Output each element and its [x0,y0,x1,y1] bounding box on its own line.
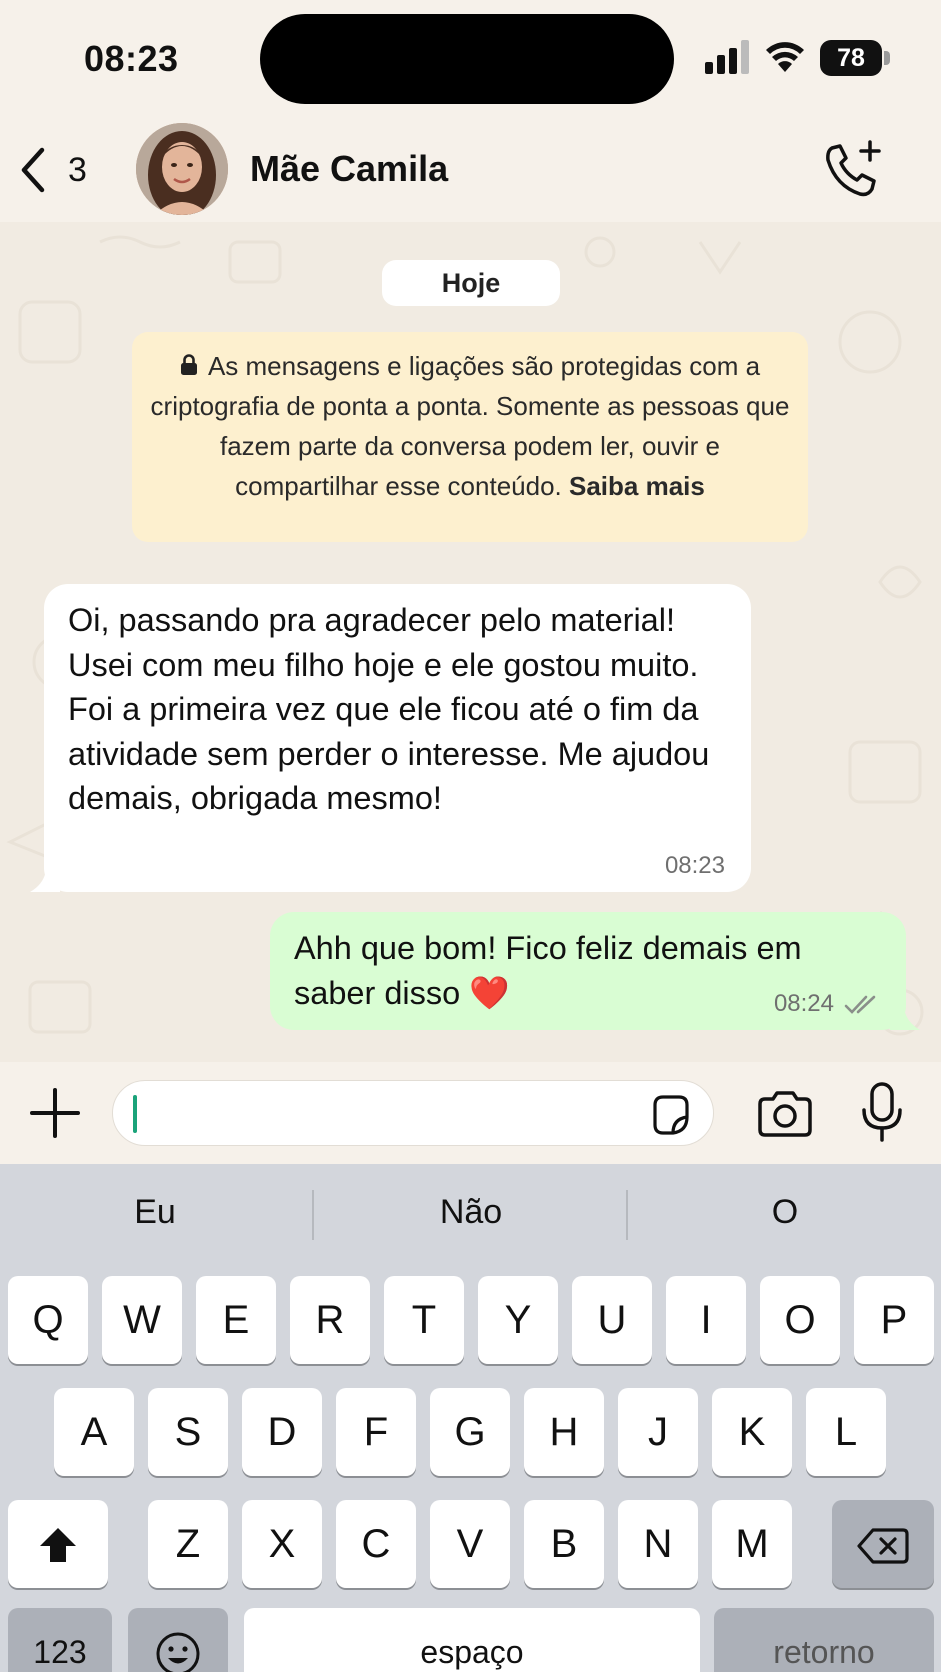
suggestion-2[interactable]: Não [316,1180,626,1244]
text-caret [133,1095,137,1133]
microphone-icon[interactable] [858,1082,906,1144]
emoji-icon [156,1632,200,1672]
return-key[interactable]: retorno [714,1608,934,1672]
battery-level: 78 [837,44,865,72]
key-x[interactable]: X [242,1500,322,1588]
space-key[interactable]: espaço [244,1608,700,1672]
status-time: 08:23 [84,38,179,79]
dynamic-island [260,14,674,104]
key-p[interactable]: P [854,1276,934,1364]
backspace-icon [857,1528,909,1565]
chat-area[interactable]: Hoje As mensagens e ligações são protegi… [0,222,941,1062]
wifi-icon [766,42,804,72]
camera-icon[interactable] [756,1090,814,1138]
avatar[interactable] [136,123,228,215]
add-call-icon[interactable] [820,138,884,202]
message-time: 08:23 [664,852,725,879]
battery-icon: 78 [820,40,890,76]
key-h[interactable]: H [524,1388,604,1476]
message-time: 08:24 [773,990,834,1017]
key-r[interactable]: R [290,1276,370,1364]
bubble-tail [30,870,60,892]
chat-header: 3 Mãe Camila [0,120,941,222]
message-input[interactable] [112,1080,714,1146]
unread-count: 3 [68,150,87,189]
contact-name[interactable]: Mãe Camila [250,148,448,190]
key-k[interactable]: K [712,1388,792,1476]
key-v[interactable]: V [430,1500,510,1588]
delete-key[interactable] [832,1500,934,1588]
key-a[interactable]: A [54,1388,134,1476]
key-i[interactable]: I [666,1276,746,1364]
bubble-tail [890,1008,920,1030]
key-z[interactable]: Z [148,1500,228,1588]
key-w[interactable]: W [102,1276,182,1364]
key-n[interactable]: N [618,1500,698,1588]
key-c[interactable]: C [336,1500,416,1588]
suggestion-divider [312,1190,314,1240]
emoji-key[interactable] [128,1608,228,1672]
key-f[interactable]: F [336,1388,416,1476]
key-j[interactable]: J [618,1388,698,1476]
plus-icon[interactable] [28,1086,82,1140]
key-m[interactable]: M [712,1500,792,1588]
key-d[interactable]: D [242,1388,322,1476]
sticker-icon[interactable] [649,1093,693,1137]
key-q[interactable]: Q [8,1276,88,1364]
key-t[interactable]: T [384,1276,464,1364]
learn-more-link[interactable]: Saiba mais [569,471,705,501]
key-b[interactable]: B [524,1500,604,1588]
status-bar: 08:23 78 [0,0,941,120]
lock-icon [180,354,197,375]
shift-key[interactable] [8,1500,108,1588]
key-l[interactable]: L [806,1388,886,1476]
heart-emoji: ❤️ [469,974,510,1011]
double-check-icon [844,995,876,1014]
outgoing-message[interactable]: Ahh que bom! Fico feliz demais em saber … [270,912,920,1030]
encryption-notice[interactable]: As mensagens e ligações são protegidas c… [132,332,808,542]
keyboard: Eu Não O Q W E R T Y U I O P A S D F G H… [0,1164,941,1672]
incoming-message[interactable]: Oi, passando pra agradecer pelo material… [30,584,751,892]
key-u[interactable]: U [572,1276,652,1364]
key-o[interactable]: O [760,1276,840,1364]
key-s[interactable]: S [148,1388,228,1476]
suggestion-3[interactable]: O [630,1180,940,1244]
message-text: Oi, passando pra agradecer pelo material… [68,602,710,816]
suggestion-1[interactable]: Eu [0,1180,310,1244]
composer-bar [0,1062,941,1164]
key-g[interactable]: G [430,1388,510,1476]
numbers-key[interactable]: 123 [8,1608,112,1672]
suggestion-divider [626,1190,628,1240]
date-separator: Hoje [382,260,560,306]
key-y[interactable]: Y [478,1276,558,1364]
shift-icon [40,1528,76,1563]
signal-icon [705,40,749,74]
key-e[interactable]: E [196,1276,276,1364]
chevron-left-icon [21,147,45,193]
back-button[interactable]: 3 [18,142,98,198]
